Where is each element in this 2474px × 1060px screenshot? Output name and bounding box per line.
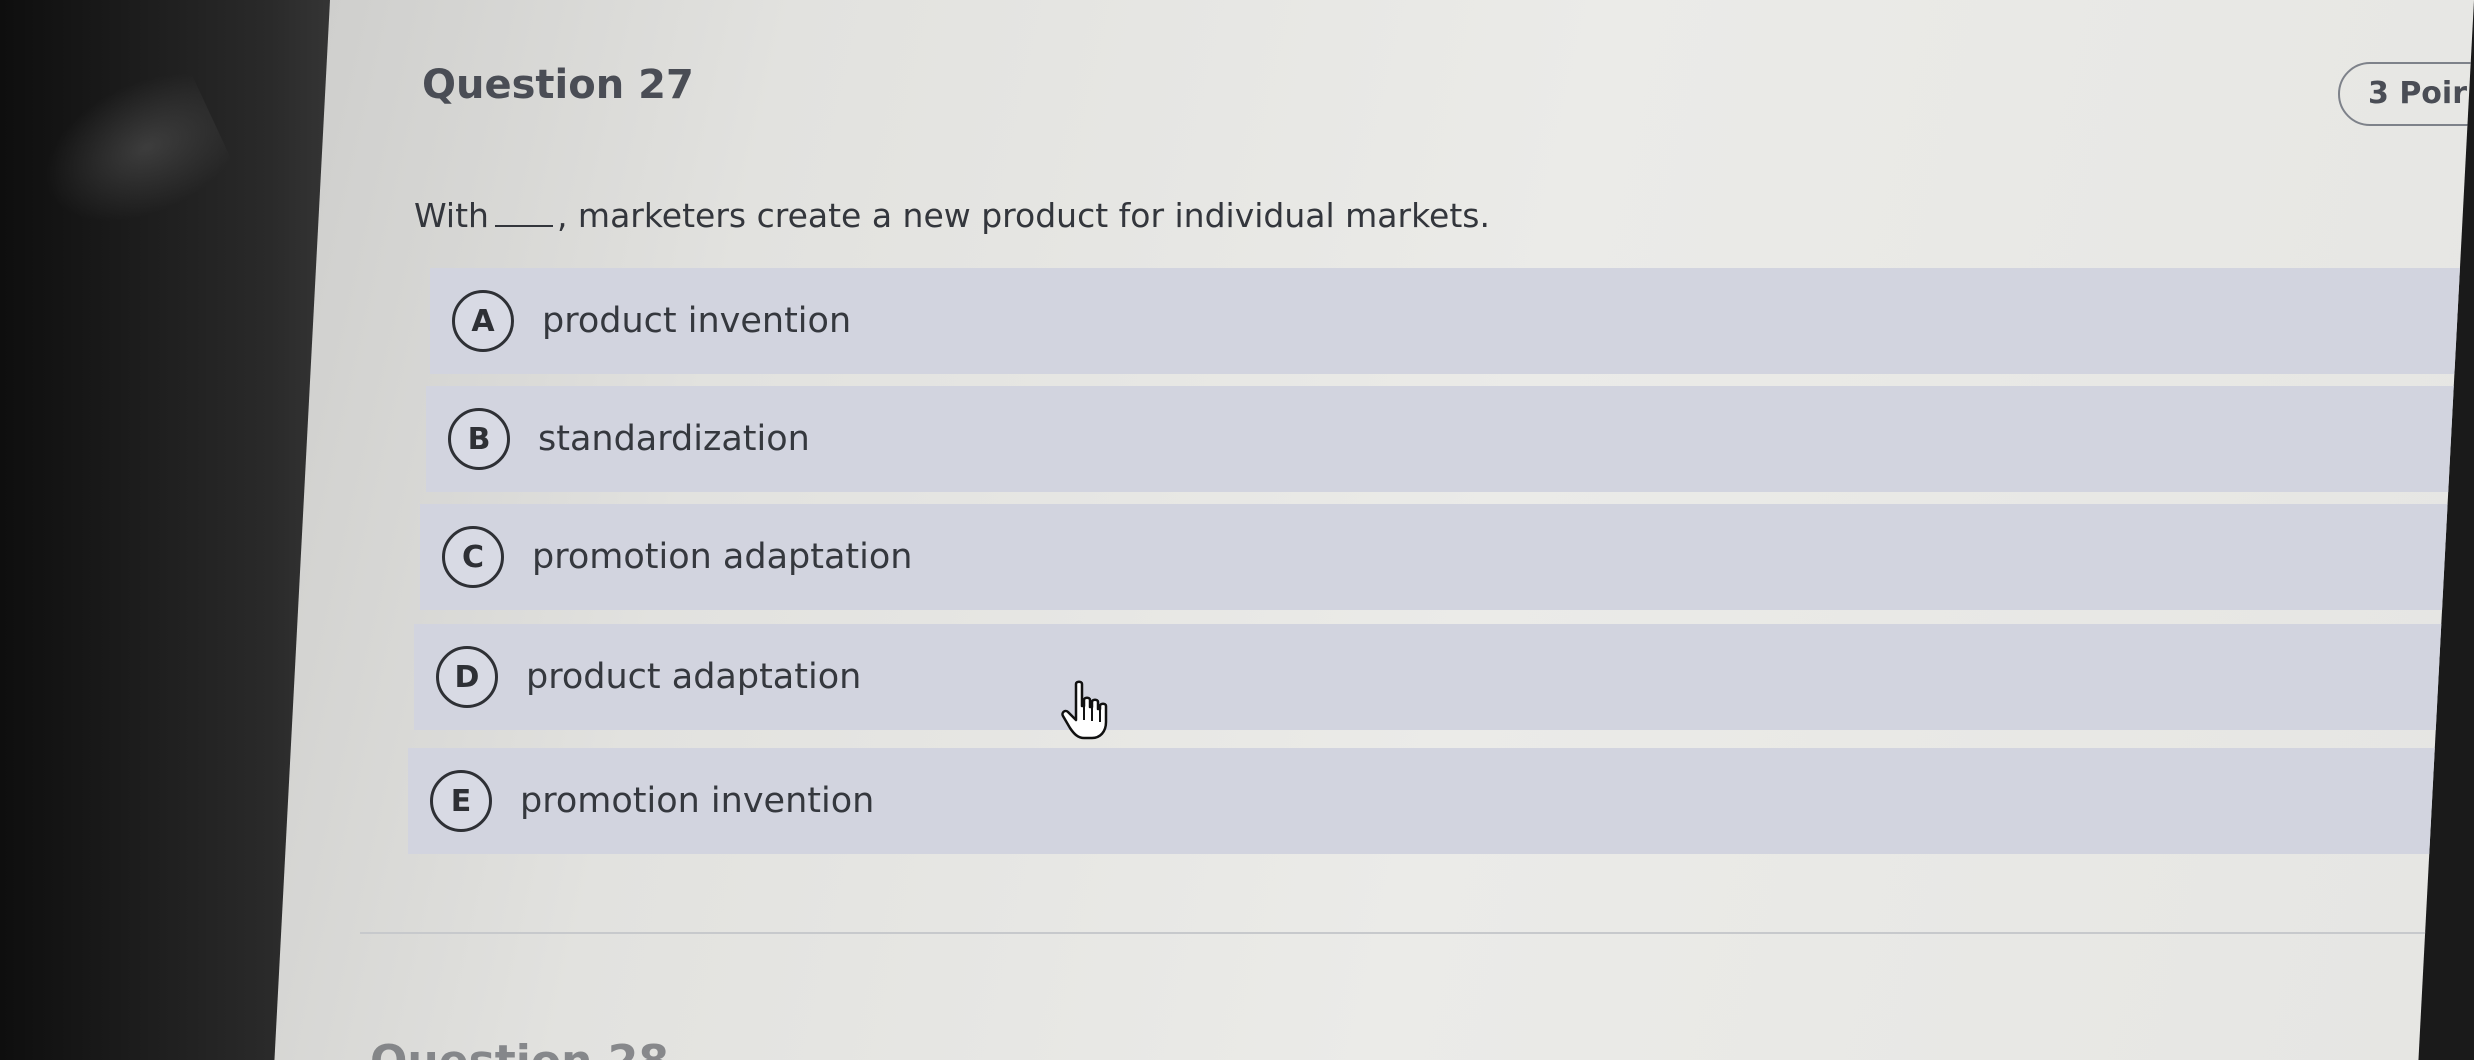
bezel-glare — [20, 58, 240, 252]
option-text-c: promotion adaptation — [532, 537, 913, 577]
corner-control-arc — [2440, 970, 2474, 1060]
option-letter-b: B — [448, 408, 510, 470]
prompt-before-blank: With — [414, 196, 489, 235]
hand-pointer-icon — [1061, 680, 1108, 740]
quiz-screen: Question 27 3 Poir With , marketers creat… — [274, 0, 2474, 1060]
option-text-a: product invention — [542, 301, 852, 341]
option-c[interactable]: C promotion adaptation — [420, 504, 2474, 610]
option-letter-d: D — [436, 646, 498, 708]
photo-of-screen: Question 27 3 Poir With , marketers creat… — [0, 0, 2474, 1060]
option-letter-e: E — [430, 770, 492, 832]
option-text-b: standardization — [538, 419, 810, 459]
section-divider — [360, 932, 2474, 934]
prompt-blank — [494, 225, 553, 227]
question-prompt: With , marketers create a new product for… — [414, 196, 1490, 235]
prompt-after-blank: , marketers create a new product for ind… — [556, 196, 1490, 235]
points-badge: 3 Poir — [2338, 62, 2474, 126]
option-text-e: promotion invention — [520, 781, 875, 821]
option-text-d: product adaptation — [526, 657, 862, 697]
option-b[interactable]: B standardization — [426, 386, 2474, 492]
next-question-peek: Question 28 — [370, 1036, 669, 1060]
option-d[interactable]: D product adaptation — [414, 624, 2474, 730]
option-e[interactable]: E promotion invention — [408, 748, 2474, 854]
question-title: Question 27 — [422, 62, 694, 108]
option-letter-a: A — [452, 290, 514, 352]
option-letter-c: C — [442, 526, 504, 588]
option-a[interactable]: A product invention — [430, 268, 2474, 374]
